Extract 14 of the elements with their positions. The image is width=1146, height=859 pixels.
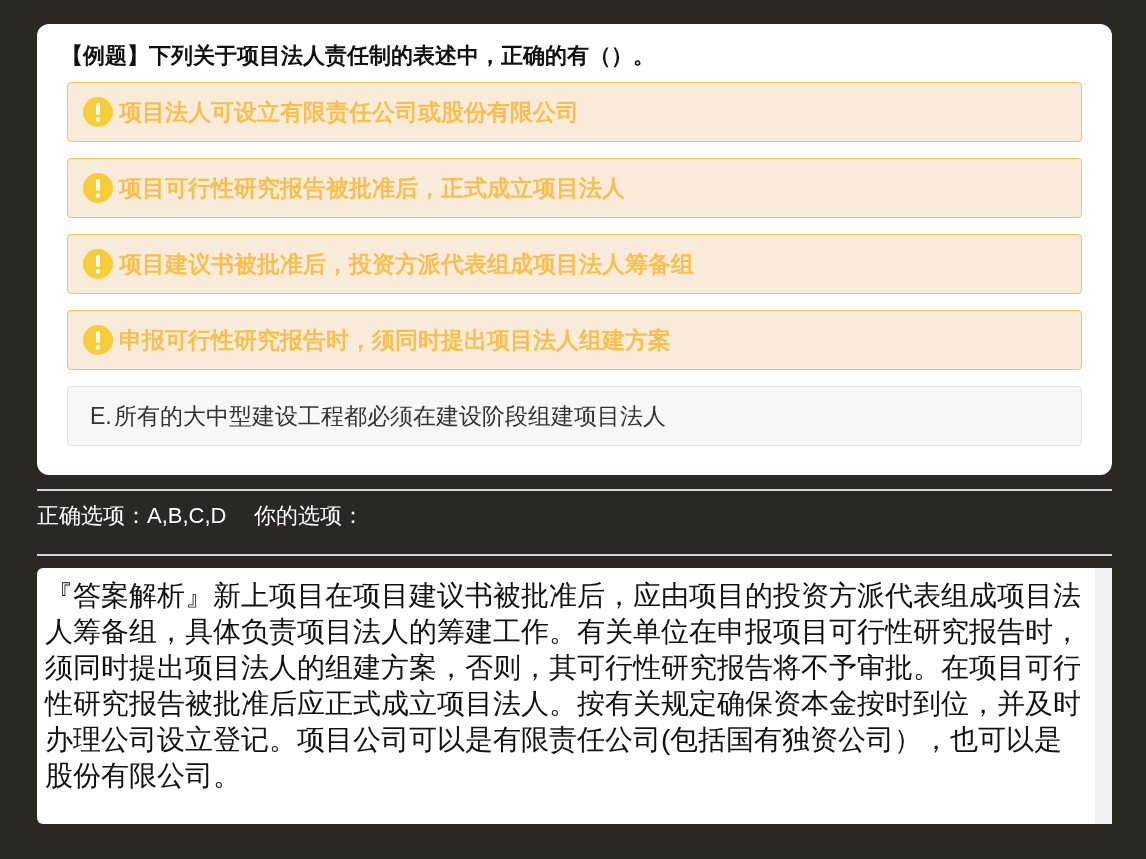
exclamation-icon bbox=[83, 249, 113, 279]
exclamation-icon bbox=[83, 325, 113, 355]
your-answer-label: 你的选项： bbox=[254, 501, 365, 530]
scrollbar-track[interactable] bbox=[1095, 568, 1112, 824]
exclamation-icon bbox=[83, 173, 113, 203]
answer-option[interactable]: 项目可行性研究报告被批准后，正式成立项目法人 bbox=[67, 158, 1082, 218]
answer-option[interactable]: 申报可行性研究报告时，须同时提出项目法人组建方案 bbox=[67, 310, 1082, 370]
answer-option[interactable]: 项目建议书被批准后，投资方派代表组成项目法人筹备组 bbox=[67, 234, 1082, 294]
answer-option[interactable]: E.所有的大中型建设工程都必须在建设阶段组建项目法人 bbox=[67, 386, 1082, 446]
correct-answer-text: 正确选项：A,B,C,D bbox=[37, 501, 227, 530]
explanation-text: 『答案解析』新上项目在项目建议书被批准后，应由项目的投资方派代表组成项目法人筹备组，具体负责项目法人的筹建工作。有关单位在申报项目可行性研究报告时，须同时提出项目法人的组建方案，否则，其可行性研究报告将不予审批。在项目可行性研究报告被批准后应正式成立项目法人。按有关规定确保资本金按时到位，并及时办理公司设立登记。项目公司可以是有限责任公司(包括国有独资公司），也可以是股份有限公司。 bbox=[43, 579, 1082, 793]
answer-option[interactable]: 项目法人可设立有限责任公司或股份有限公司 bbox=[67, 82, 1082, 142]
exclamation-icon bbox=[83, 97, 113, 127]
question-title: 【例题】下列关于项目法人责任制的表述中，正确的有（）。 bbox=[61, 42, 656, 70]
